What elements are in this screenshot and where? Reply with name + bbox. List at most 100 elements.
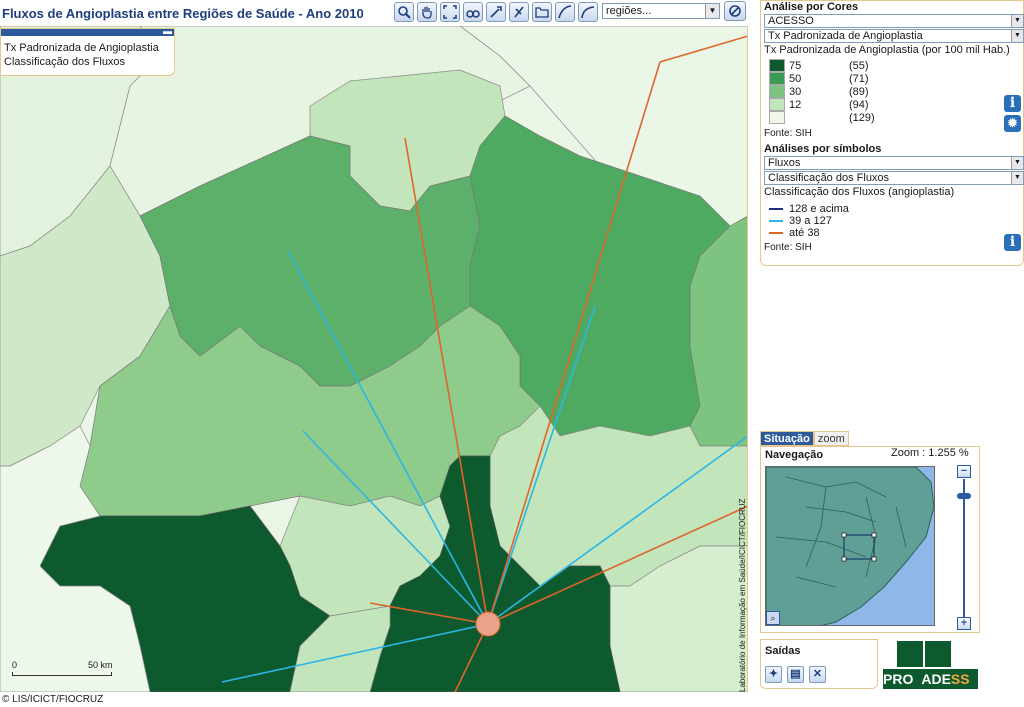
info-icon[interactable]: i (1004, 95, 1021, 112)
flow-label: 128 e acima (789, 203, 849, 215)
class-row: 50 (71) (769, 72, 869, 85)
legend-line-1: Tx Padronizada de Angioplastia (4, 42, 159, 54)
map-regions (0, 26, 747, 692)
chevron-down-icon[interactable]: ▼ (1011, 172, 1023, 184)
class-row: 12 (94) (769, 98, 869, 111)
flow-line-swatch (769, 232, 783, 234)
slider-track (963, 479, 965, 617)
class-count: (89) (849, 85, 869, 98)
curve-icon[interactable] (555, 2, 575, 22)
flow-row: até 38 (769, 227, 820, 239)
credit-text: © LIS/ICICT/FIOCRUZ (2, 694, 104, 705)
tab-situacao[interactable]: Situação (760, 431, 814, 446)
symbols-select-1[interactable]: Fluxos ▼ (764, 156, 1024, 170)
class-label: 75 (789, 59, 802, 72)
map-canvas[interactable]: ▬ Tx Padronizada de Angioplastia Classif… (0, 26, 748, 692)
printer-icon[interactable]: ▤ (787, 666, 804, 683)
close-icon[interactable]: ✕ (809, 666, 826, 683)
chevron-down-icon[interactable]: ▼ (1011, 157, 1023, 169)
symbols-header: Análises por símbolos (764, 143, 882, 155)
analysis-panel: Análise por Cores ACESSO ▼ Tx Padronizada… (760, 0, 1024, 266)
page-title: Fluxos de Angioplastia entre Regiões de … (2, 6, 364, 21)
class-row: (129) (769, 111, 875, 124)
class-label: 12 (789, 98, 802, 111)
logo-text-pro: PRO (883, 671, 914, 687)
pan-hand-icon[interactable] (417, 2, 437, 22)
vertical-credit-text: Laboratório de Informação em Saúde/ICICT… (738, 498, 747, 692)
legend-line-2: Classificação dos Fluxos (4, 56, 126, 68)
class-swatch (769, 111, 785, 124)
zoom-extent-icon[interactable] (440, 2, 460, 22)
class-swatch (769, 72, 785, 85)
magnifier-icon[interactable]: ⌕ (766, 611, 780, 625)
flow-line-swatch (769, 220, 783, 222)
nav-header: Navegação (765, 449, 824, 461)
source-1: Fonte: SIH (764, 128, 812, 139)
class-count: (129) (849, 111, 875, 124)
outputs-header: Saídas (765, 645, 801, 657)
flow-label: até 38 (789, 227, 820, 239)
colors-select-2[interactable]: Tx Padronizada de Angioplastia ▼ (764, 29, 1024, 43)
colors-select-1[interactable]: ACESSO ▼ (764, 14, 1024, 28)
scale-end: 50 km (88, 660, 113, 670)
class-row: 75 (55) (769, 59, 869, 72)
arc-icon[interactable] (578, 2, 598, 22)
binoculars-icon[interactable] (463, 2, 483, 22)
flow-row: 128 e acima (769, 203, 849, 215)
navigation-panel: Navegação Zoom : 1.255 % ⌕ − + (760, 446, 980, 633)
settings-icon[interactable]: ✹ (1004, 115, 1021, 132)
zoom-in-icon[interactable] (394, 2, 414, 22)
slider-knob[interactable] (957, 493, 971, 499)
identify-icon[interactable] (486, 2, 506, 22)
pointer-icon[interactable] (509, 2, 529, 22)
class-label: 30 (789, 85, 802, 98)
colors-header: Análise por Cores (764, 1, 859, 13)
clear-icon[interactable] (724, 1, 746, 21)
nav-tabs: Situação zoom (760, 431, 849, 446)
scale-start: 0 (12, 660, 18, 670)
tab-zoom[interactable]: zoom (813, 431, 849, 446)
symbols-select-2[interactable]: Classificação dos Fluxos ▼ (764, 171, 1024, 185)
flow-hub (475, 611, 501, 637)
logo-text-ss: SS (950, 671, 970, 687)
overview-map[interactable]: ⌕ (765, 466, 935, 626)
class-count: (94) (849, 98, 869, 111)
scale-bar: 0 50 km (12, 660, 113, 676)
folder-icon[interactable] (532, 2, 552, 22)
map-legend-box: ▬ Tx Padronizada de Angioplastia Classif… (0, 26, 175, 76)
region-select[interactable]: regiões... ▼ (602, 3, 720, 19)
zoom-slider[interactable]: − + (957, 465, 971, 631)
lightbulb-icon[interactable]: ✦ (765, 666, 782, 683)
symbols-select-2-value: Classificação dos Fluxos (768, 172, 890, 184)
class-label: 50 (789, 72, 802, 85)
class-row: 30 (89) (769, 85, 869, 98)
class-swatch (769, 85, 785, 98)
proadess-logo: PRO ADESS (881, 639, 979, 691)
class-count: (55) (849, 59, 869, 72)
zoom-level: Zoom : 1.255 % (891, 447, 969, 459)
source-2: Fonte: SIH (764, 242, 812, 253)
flow-label: 39 a 127 (789, 215, 832, 227)
outputs-panel: Saídas ✦ ▤ ✕ (760, 639, 878, 689)
info-icon[interactable]: i (1004, 234, 1021, 251)
colors-select-2-value: Tx Padronizada de Angioplastia (768, 30, 923, 42)
legend-header-bar: ▬ (1, 26, 174, 36)
flow-row: 39 a 127 (769, 215, 832, 227)
flow-line-swatch (769, 208, 783, 210)
flow-classes: 128 e acima 39 a 127 até 38 (764, 201, 1020, 241)
symbols-title: Classificação dos Fluxos (angioplastia) (764, 186, 955, 198)
zoom-out-button[interactable]: − (957, 465, 971, 478)
zoom-in-button[interactable]: + (957, 617, 971, 630)
chevron-down-icon[interactable]: ▼ (1011, 30, 1023, 42)
color-classes: 75 (55) 50 (71) 30 (89) 12 (94) (129) (764, 57, 1020, 127)
class-swatch (769, 59, 785, 72)
chevron-down-icon[interactable]: ▼ (705, 4, 719, 18)
collapse-icon[interactable]: ▬ (163, 26, 172, 36)
class-count: (71) (849, 72, 869, 85)
logo-text-ade: ADE (921, 671, 951, 687)
map-toolbar (394, 0, 598, 24)
region-select-value: regiões... (606, 5, 652, 17)
chevron-down-icon[interactable]: ▼ (1011, 15, 1023, 27)
colors-select-1-value: ACESSO (768, 15, 814, 27)
colors-title: Tx Padronizada de Angioplastia (por 100 … (764, 44, 1010, 56)
